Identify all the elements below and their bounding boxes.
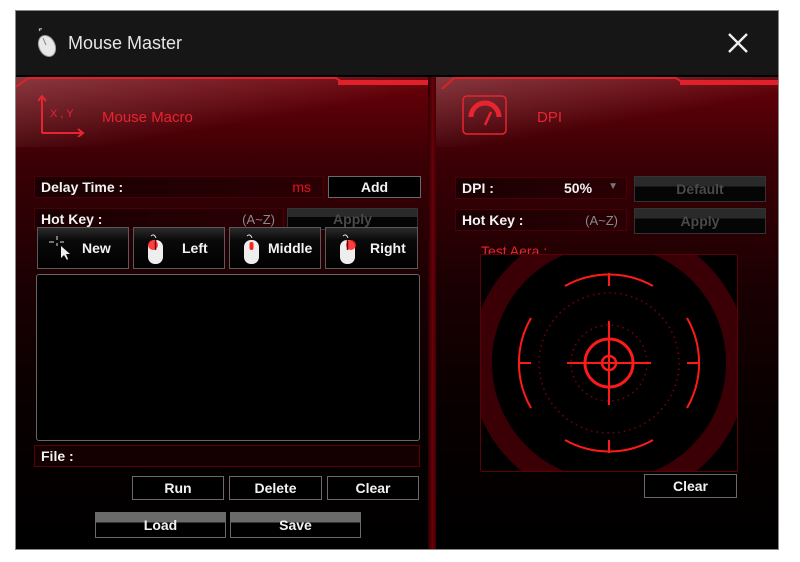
panel-top-frame bbox=[16, 77, 436, 87]
dpi-hotkey-field[interactable]: Hot Key : (A~Z) bbox=[455, 209, 627, 231]
right-label: Right bbox=[370, 240, 406, 256]
speedometer-icon bbox=[462, 95, 507, 135]
panel-top-frame bbox=[441, 77, 778, 89]
window-title: Mouse Master bbox=[68, 33, 183, 53]
add-button[interactable]: Add bbox=[328, 176, 421, 198]
mouse-master-window: Mouse Master X , Y Mouse Macro Delay Tim… bbox=[15, 10, 779, 550]
mouse-middle-icon bbox=[244, 234, 259, 264]
delay-unit: ms bbox=[292, 179, 311, 195]
mouse-icon bbox=[37, 28, 57, 58]
dpi-label: DPI : bbox=[462, 180, 494, 196]
chevron-down-icon[interactable]: ▼ bbox=[608, 181, 618, 192]
macro-clear-button[interactable]: Clear bbox=[327, 476, 419, 500]
hotkey-label: Hot Key : bbox=[462, 212, 524, 228]
mouse-macro-panel: X , Y Mouse Macro Delay Time : ms Add Ho… bbox=[16, 77, 436, 549]
xy-axis-icon: X , Y bbox=[38, 95, 85, 137]
file-label: File : bbox=[41, 448, 74, 464]
save-button[interactable]: Save bbox=[230, 512, 361, 538]
svg-text:X , Y: X , Y bbox=[50, 108, 74, 120]
left-label: Left bbox=[182, 240, 208, 256]
run-button[interactable]: Run bbox=[132, 476, 224, 500]
new-label: New bbox=[82, 240, 111, 256]
dpi-select[interactable]: DPI : 50% ▼ bbox=[455, 177, 627, 199]
dpi-apply-button[interactable]: Apply bbox=[634, 208, 766, 234]
dpi-clear-button[interactable]: Clear bbox=[644, 474, 737, 498]
macro-list[interactable] bbox=[36, 274, 420, 441]
test-area[interactable] bbox=[480, 254, 738, 472]
delay-time-field[interactable]: Delay Time : ms bbox=[34, 176, 324, 198]
hotkey-hint: (A~Z) bbox=[585, 213, 618, 228]
close-icon[interactable] bbox=[726, 31, 750, 55]
middle-click-button[interactable]: Middle bbox=[229, 227, 321, 269]
crosshair-target-icon bbox=[481, 255, 737, 471]
hotkey-label: Hot Key : bbox=[41, 211, 103, 227]
delay-time-label: Delay Time : bbox=[41, 179, 124, 195]
mouse-right-icon bbox=[340, 234, 356, 264]
right-click-button[interactable]: Right bbox=[325, 227, 418, 269]
hotkey-hint: (A~Z) bbox=[242, 212, 275, 227]
title-bar: Mouse Master bbox=[16, 11, 778, 75]
mouse-macro-title: Mouse Macro bbox=[102, 109, 193, 126]
dpi-value: 50% bbox=[564, 180, 593, 196]
dpi-title: DPI bbox=[537, 109, 563, 126]
load-button[interactable]: Load bbox=[95, 512, 226, 538]
delete-button[interactable]: Delete bbox=[229, 476, 322, 500]
new-button[interactable]: New bbox=[37, 227, 129, 269]
file-field[interactable]: File : bbox=[34, 445, 420, 467]
crosshair-cursor-icon bbox=[49, 236, 70, 260]
default-button[interactable]: Default bbox=[634, 176, 766, 202]
dpi-panel: DPI DPI : 50% ▼ Default Hot Key : (A~Z) … bbox=[436, 77, 778, 549]
mouse-left-icon bbox=[148, 234, 163, 264]
left-click-button[interactable]: Left bbox=[133, 227, 225, 269]
middle-label: Middle bbox=[268, 240, 313, 256]
